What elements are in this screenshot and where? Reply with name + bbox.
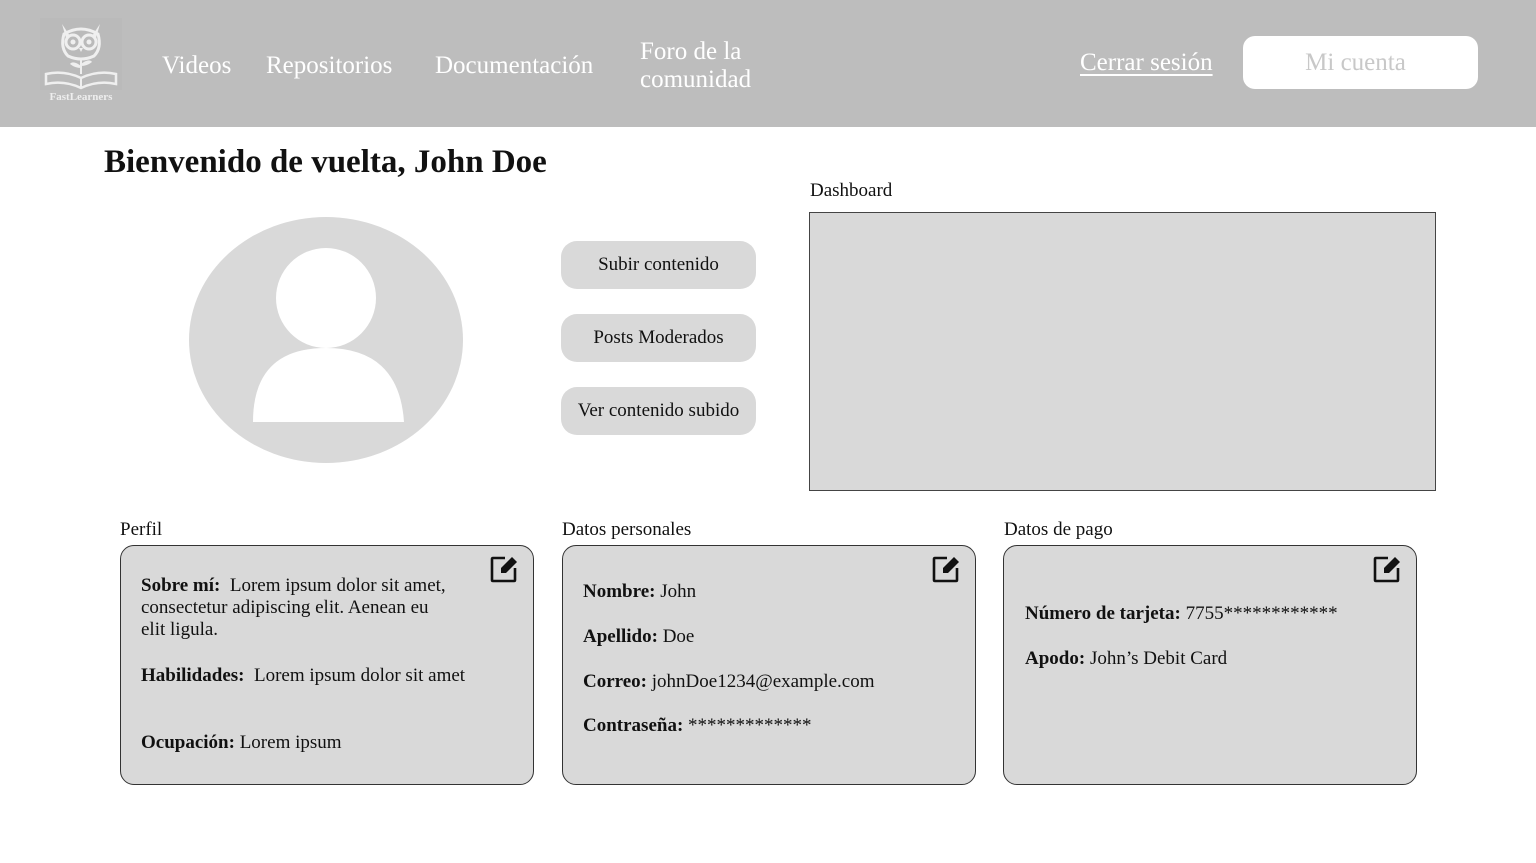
payment-card-number: Número de tarjeta: 7755************	[1025, 603, 1338, 625]
user-avatar-icon	[189, 217, 463, 463]
nav-link-videos[interactable]: Videos	[162, 52, 231, 80]
logout-link[interactable]: Cerrar sesión	[1080, 49, 1213, 77]
profile-skills: Habilidades: Lorem ipsum dolor sit amet	[141, 665, 471, 687]
top-navbar: FastLearners Videos Repositorios Documen…	[0, 0, 1536, 127]
skills-label: Habilidades:	[141, 665, 245, 686]
alias-value: John’s Debit Card	[1089, 648, 1228, 669]
personal-name: Nombre: John	[583, 581, 696, 603]
payment-data-card: Número de tarjeta: 7755************ Apod…	[1003, 545, 1417, 785]
owl-book-logo-icon	[40, 18, 122, 108]
user-avatar	[188, 216, 464, 464]
lastname-value: Doe	[662, 626, 695, 647]
dashboard-label: Dashboard	[810, 180, 893, 201]
alias-label: Apodo:	[1025, 648, 1086, 669]
personal-data-section-label: Datos personales	[562, 519, 692, 540]
fastlearners-logo[interactable]: FastLearners	[40, 18, 122, 108]
password-value: *************	[688, 715, 812, 736]
card-number-label: Número de tarjeta:	[1025, 603, 1181, 624]
password-label: Contraseña:	[583, 715, 684, 736]
email-value: johnDoe1234@example.com	[651, 671, 875, 692]
skills-value: Lorem ipsum dolor sit amet	[253, 665, 466, 686]
nav-link-documentacion[interactable]: Documentación	[435, 52, 593, 80]
logo-wordmark: FastLearners	[49, 91, 113, 103]
name-label: Nombre:	[583, 581, 656, 602]
profile-section-label: Perfil	[120, 519, 163, 540]
name-value: John	[660, 581, 697, 602]
about-label: Sobre mí:	[141, 575, 221, 596]
personal-data-card: Nombre: John Apellido: Doe Correo: johnD…	[562, 545, 976, 785]
edit-icon[interactable]	[489, 554, 519, 584]
profile-card: Sobre mí: Lorem ipsum dolor sit amet, co…	[120, 545, 534, 785]
personal-email: Correo: johnDoe1234@example.com	[583, 671, 875, 693]
payment-alias: Apodo: John’s Debit Card	[1025, 648, 1227, 670]
payment-data-section-label: Datos de pago	[1004, 519, 1113, 540]
dashboard-panel	[809, 212, 1436, 491]
nav-link-foro[interactable]: Foro de la comunidad	[640, 38, 800, 94]
edit-icon[interactable]	[931, 554, 961, 584]
profile-occupation: Ocupación: Lorem ipsum	[141, 732, 342, 754]
nav-link-repositorios[interactable]: Repositorios	[266, 52, 392, 80]
upload-content-button[interactable]: Subir contenido	[561, 241, 756, 289]
personal-lastname: Apellido: Doe	[583, 626, 694, 648]
occupation-label: Ocupación:	[141, 732, 235, 753]
email-label: Correo:	[583, 671, 648, 692]
personal-password: Contraseña: *************	[583, 715, 812, 737]
occupation-value: Lorem ipsum	[239, 732, 342, 753]
welcome-heading: Bienvenido de vuelta, John Doe	[104, 144, 547, 180]
lastname-label: Apellido:	[583, 626, 658, 647]
view-uploaded-content-button[interactable]: Ver contenido subido	[561, 387, 756, 435]
profile-about: Sobre mí: Lorem ipsum dolor sit amet, co…	[141, 575, 451, 641]
moderated-posts-button[interactable]: Posts Moderados	[561, 314, 756, 362]
edit-icon[interactable]	[1372, 554, 1402, 584]
card-number-value: 7755************	[1185, 603, 1338, 624]
my-account-button[interactable]: Mi cuenta	[1243, 36, 1478, 89]
